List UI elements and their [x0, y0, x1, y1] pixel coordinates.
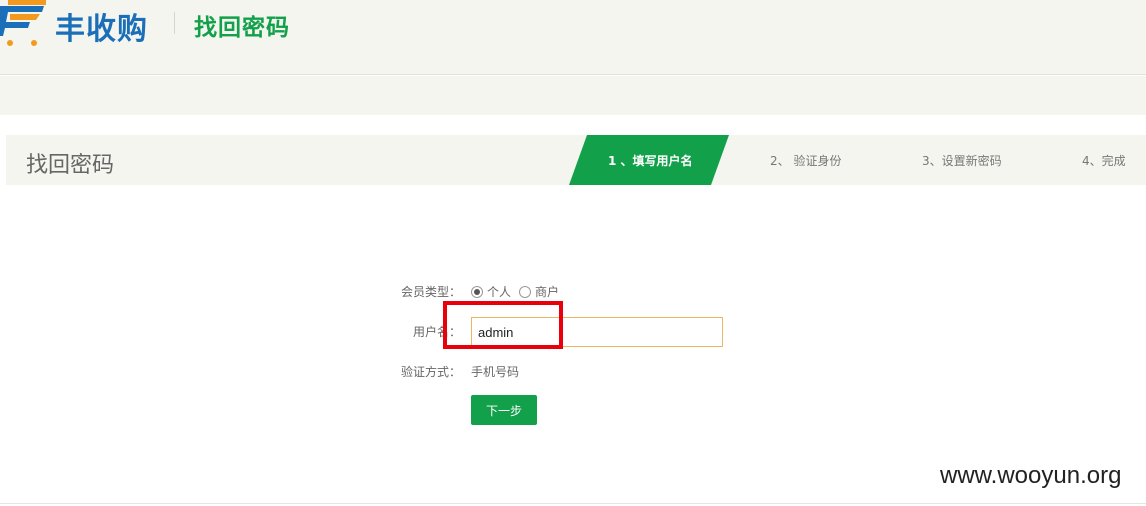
steps-bar: 找回密码 1 、填写用户名 2、 验证身份 3、设置新密码 4、完成	[6, 135, 1146, 185]
header-divider	[174, 12, 175, 34]
verify-method-value: 手机号码	[471, 365, 520, 379]
verify-method-label: 验证方式：	[401, 365, 462, 379]
radio-personal[interactable]	[471, 285, 483, 298]
watermark-text: www.wooyun.org	[940, 462, 1122, 489]
top-header: 丰收购 找回密码	[0, 0, 1146, 75]
highlight-annotation-box	[443, 301, 563, 349]
page-title: 找回密码	[194, 15, 290, 41]
member-type-label: 会员类型：	[401, 285, 462, 299]
radio-personal-label[interactable]: 个人	[487, 283, 511, 300]
header-sub-band	[0, 76, 1146, 115]
radio-merchant[interactable]	[519, 285, 532, 298]
logo-icon[interactable]	[0, 0, 46, 50]
step-fill-username: 1 、填写用户名	[608, 154, 693, 168]
brand-name[interactable]: 丰收购	[55, 4, 148, 48]
member-type-radio-group: 个人 商户	[471, 283, 567, 300]
steps-title: 找回密码	[26, 153, 115, 178]
step-set-new-password: 3、设置新密码	[922, 154, 1002, 168]
bottom-divider	[0, 503, 1146, 504]
next-step-button[interactable]: 下一步	[471, 395, 537, 425]
step-complete: 4、完成	[1082, 154, 1126, 168]
step-verify-identity: 2、 验证身份	[770, 154, 842, 168]
radio-merchant-label[interactable]: 商户	[535, 283, 559, 300]
